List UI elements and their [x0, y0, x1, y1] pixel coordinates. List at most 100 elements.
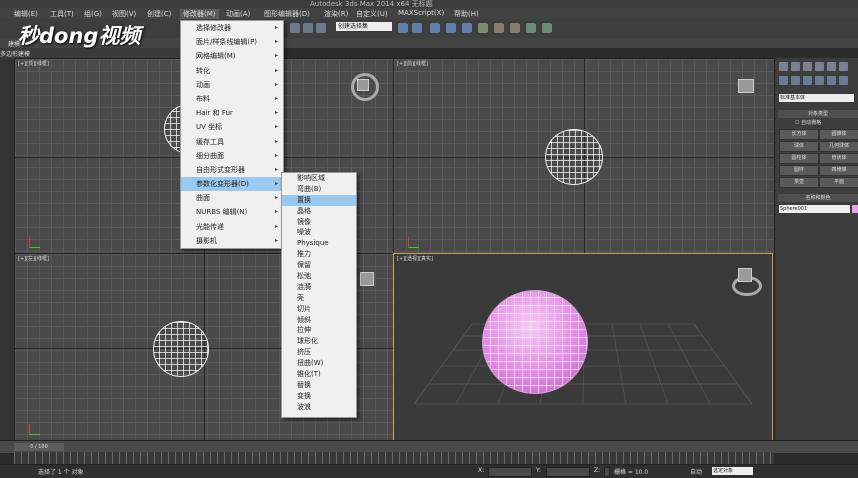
x-coord-field[interactable] — [488, 467, 532, 477]
menu-modifiers[interactable]: 修改器(M) — [180, 9, 219, 19]
sphere-button[interactable]: 球体 — [779, 141, 819, 152]
motion-tab-icon[interactable] — [815, 62, 824, 71]
modifier-menu-item[interactable]: NURBS 编辑(N) ▸ — [181, 205, 283, 219]
viewport-label-top[interactable]: [+][顶][线框] — [18, 60, 49, 67]
modifier-menu-item[interactable]: 布料 ▸ — [181, 92, 283, 106]
sphere-shaded[interactable] — [482, 290, 588, 394]
modifier-menu-item[interactable]: 参数化变形器(D) ▸ — [181, 177, 283, 192]
modifier-menu-item[interactable]: 面片/样条线编辑(P) ▸ — [181, 35, 283, 49]
name-color-header[interactable]: 名称和颜色 — [778, 194, 858, 202]
object-color-swatch[interactable] — [852, 205, 858, 213]
display-tab-icon[interactable] — [827, 62, 836, 71]
menu-rendering[interactable]: 渲染(R) — [324, 9, 348, 19]
geometry-icon[interactable] — [779, 76, 788, 85]
deformer-menu-item[interactable]: 倾斜 — [282, 315, 356, 326]
modifier-menu-item[interactable]: Hair 和 Fur ▸ — [181, 106, 283, 120]
viewport-perspective[interactable]: [+][透视][真实] — [393, 253, 773, 442]
deformer-menu-item[interactable]: 弯曲(B) — [282, 184, 356, 195]
object-name-field[interactable]: Sphere001 — [779, 205, 850, 213]
render-frame-icon[interactable] — [510, 23, 520, 33]
viewport-label-left[interactable]: [+][左][线框] — [18, 255, 49, 262]
ribbon-tab-polygon-modeling[interactable]: 多边形建模 — [0, 49, 30, 58]
deformer-menu-item[interactable]: 球形化 — [282, 336, 356, 347]
z-coord-field[interactable] — [604, 467, 610, 477]
track-bar[interactable] — [14, 452, 774, 464]
mirror-icon[interactable] — [398, 23, 408, 33]
y-coord-field[interactable] — [546, 467, 590, 477]
modifier-menu-item[interactable]: 动画 ▸ — [181, 78, 283, 92]
viewport-label-perspective[interactable]: [+][透视][真实] — [397, 255, 433, 262]
render-setup-icon[interactable] — [494, 23, 504, 33]
menu-help[interactable]: 帮助(H) — [454, 9, 479, 19]
deformer-menu-item[interactable]: 波浪 — [282, 402, 356, 413]
menu-create[interactable]: 创建(C) — [147, 9, 171, 19]
modifier-menu-item[interactable]: 摄影机 ▸ — [181, 234, 283, 248]
menu-animation[interactable]: 动画(A) — [226, 9, 250, 19]
time-slider-thumb[interactable]: 0 / 100 — [14, 443, 64, 451]
create-tab-icon[interactable] — [779, 62, 788, 71]
deformer-menu-item[interactable]: 噪波 — [282, 227, 356, 238]
deformer-menu-item[interactable]: 保留 — [282, 260, 356, 271]
curve-editor-icon[interactable] — [446, 23, 456, 33]
layer-icon[interactable] — [430, 23, 440, 33]
auto-key-button[interactable]: 自动 — [690, 467, 702, 476]
pyramid-button[interactable]: 四棱锥 — [819, 165, 858, 176]
cameras-icon[interactable] — [815, 76, 824, 85]
rotate-icon[interactable] — [316, 23, 326, 33]
modifier-menu-item[interactable]: 网格编辑(M) ▸ — [181, 49, 283, 63]
deformer-menu-item[interactable]: 锥化(T) — [282, 369, 356, 380]
modifier-menu-item[interactable]: 曲面 ▸ — [181, 191, 283, 205]
modifier-menu-item[interactable]: 选择修改器 ▸ — [181, 21, 283, 35]
modifier-menu-item[interactable]: 自由形式变形器 ▸ — [181, 163, 283, 177]
sphere-wireframe[interactable] — [153, 321, 209, 377]
key-filter-dropdown[interactable]: 选定对象 — [712, 467, 753, 475]
cone-button[interactable]: 圆锥体 — [819, 129, 858, 140]
cylinder-button[interactable]: 圆柱体 — [779, 153, 819, 164]
menu-edit[interactable]: 编辑(E) — [14, 9, 38, 19]
tube-button[interactable]: 管状体 — [819, 153, 858, 164]
deformer-menu-item[interactable]: 替换 — [282, 380, 356, 391]
modify-tab-icon[interactable] — [791, 62, 800, 71]
menu-maxscript[interactable]: MAXScript(X) — [398, 9, 444, 17]
move-icon[interactable] — [303, 23, 313, 33]
align-icon[interactable] — [412, 23, 422, 33]
hierarchy-tab-icon[interactable] — [803, 62, 812, 71]
deformer-menu-item[interactable]: 切片 — [282, 304, 356, 315]
geosphere-button[interactable]: 几何球体 — [819, 141, 858, 152]
menu-group[interactable]: 组(G) — [84, 9, 102, 19]
category-dropdown[interactable]: 标准基本体 — [779, 94, 854, 102]
modifier-menu-item[interactable]: 缓存工具 ▸ — [181, 135, 283, 149]
sphere-wireframe[interactable] — [545, 129, 603, 185]
plane-button[interactable]: 平面 — [819, 177, 858, 188]
modifier-menu-item[interactable]: 光能传递 ▸ — [181, 220, 283, 234]
viewport-front[interactable]: [+][前][线框] — [393, 58, 775, 255]
lights-icon[interactable] — [803, 76, 812, 85]
modifier-menu-item[interactable]: 转化 ▸ — [181, 64, 283, 78]
render-icon[interactable] — [526, 23, 536, 33]
deformer-menu-item[interactable]: 推力 — [282, 249, 356, 260]
teapot-button[interactable]: 茶壶 — [779, 177, 819, 188]
deformer-menu-item[interactable]: 拉伸 — [282, 325, 356, 336]
viewcube[interactable] — [738, 79, 754, 93]
menu-graph-editors[interactable]: 图形编辑器(D) — [264, 9, 310, 19]
viewport-label-front[interactable]: [+][前][线框] — [397, 60, 428, 67]
utilities-tab-icon[interactable] — [839, 62, 848, 71]
deformer-menu-item[interactable]: 松弛 — [282, 271, 356, 282]
deformer-menu-item[interactable]: 晶格 — [282, 206, 356, 217]
deformer-menu-item[interactable]: Physique — [282, 238, 356, 249]
render-production-icon[interactable] — [542, 23, 552, 33]
modifier-menu-item[interactable]: 细分曲面 ▸ — [181, 149, 283, 163]
deformer-menu-item[interactable]: 置换 — [282, 194, 356, 206]
material-editor-icon[interactable] — [478, 23, 488, 33]
deformer-menu-item[interactable]: 涟漪 — [282, 282, 356, 293]
spacewarps-icon[interactable] — [839, 76, 848, 85]
menu-tools[interactable]: 工具(T) — [50, 9, 74, 19]
menu-customize[interactable]: 自定义(U) — [356, 9, 388, 19]
schematic-icon[interactable] — [462, 23, 472, 33]
deformer-menu-item[interactable]: 壳 — [282, 293, 356, 304]
viewcube[interactable] — [738, 268, 752, 282]
shapes-icon[interactable] — [791, 76, 800, 85]
torus-button[interactable]: 圆环 — [779, 165, 819, 176]
deformer-menu-item[interactable]: 影响区域 — [282, 173, 356, 184]
deformer-menu-item[interactable]: 扭曲(W) — [282, 358, 356, 369]
